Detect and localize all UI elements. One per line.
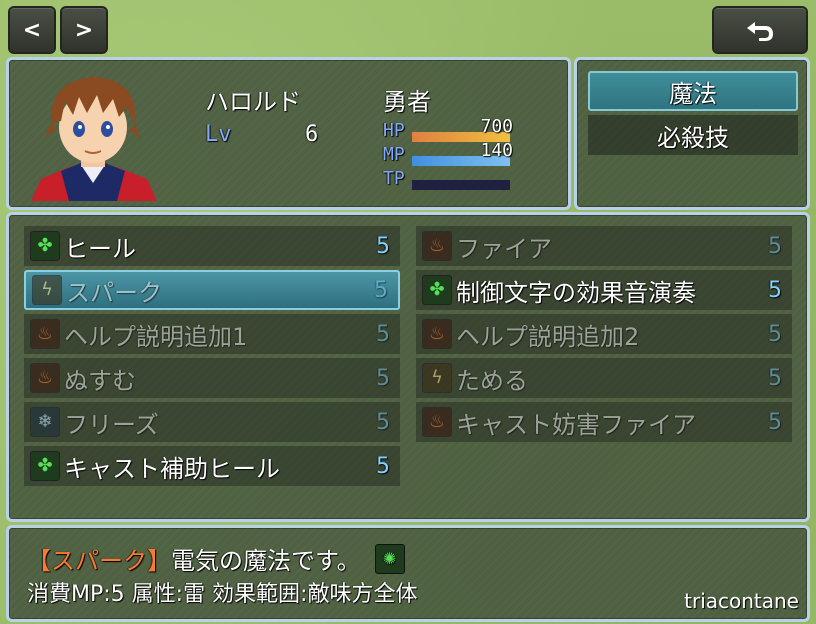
next-actor-button[interactable]: >: [60, 6, 108, 54]
skill-name: キャスト妨害ファイア: [456, 410, 696, 439]
skill-cost: 5: [376, 321, 390, 347]
skill-cost: 5: [376, 453, 390, 479]
next-label: >: [74, 17, 94, 43]
help-skill-name: 【スパーク】: [27, 547, 171, 575]
skill-item[interactable]: ❄ フリーズ 5: [24, 402, 400, 442]
fire-icon: ♨: [30, 319, 60, 349]
fire-icon: ♨: [30, 363, 60, 393]
skill-type-label: 魔法: [669, 79, 717, 108]
actor-name: ハロルド: [205, 88, 301, 116]
skill-item[interactable]: ✤ キャスト補助ヒール 5: [24, 446, 400, 486]
skill-cost: 5: [376, 409, 390, 435]
skill-type-special[interactable]: 必殺技: [588, 115, 798, 155]
mp-value: 140: [480, 140, 513, 161]
prev-actor-button[interactable]: <: [8, 6, 56, 54]
skill-item[interactable]: ♨ キャスト妨害ファイア 5: [416, 402, 792, 442]
skill-cost: 5: [768, 365, 782, 391]
help-description-line: 【スパーク】 電気の魔法です。 ✺: [27, 541, 405, 576]
actor-face-portrait: [21, 67, 165, 201]
skill-name: フリーズ: [64, 410, 159, 439]
fire-icon: ♨: [422, 319, 452, 349]
skill-type-label: 必殺技: [657, 123, 729, 152]
watermark: triacontane: [684, 589, 799, 613]
skill-cost: 5: [376, 365, 390, 391]
skill-item[interactable]: ϟ スパーク 5: [24, 270, 400, 310]
skill-cost: 5: [376, 233, 390, 259]
skill-item[interactable]: ϟ ためる 5: [416, 358, 792, 398]
skill-type-window: 魔法 必殺技: [574, 57, 810, 210]
skill-cost: 5: [768, 321, 782, 347]
hp-value: 700: [480, 116, 513, 137]
level-value: 6: [305, 122, 319, 147]
skill-name: ヒール: [64, 234, 136, 263]
ice-icon: ❄: [30, 407, 60, 437]
skill-name: ヘルプ説明追加1: [64, 322, 248, 351]
help-window: 【スパーク】 電気の魔法です。 ✺ 消費MP:5 属性:雷 効果範囲:敵味方全体…: [6, 525, 810, 622]
actor-status-window: ハロルド 勇者 Lv 6 HP 700 MP 140 TP: [6, 57, 571, 210]
fire-icon: ♨: [422, 231, 452, 261]
green-magic-icon: ✺: [374, 543, 405, 574]
skill-name: 制御文字の効果音演奏: [456, 278, 696, 307]
skill-name: ぬすむ: [64, 366, 136, 395]
tp-gauge: TP: [383, 168, 513, 192]
level-label: Lv: [205, 122, 232, 147]
help-details: 消費MP:5 属性:雷 効果範囲:敵味方全体: [27, 582, 418, 607]
skill-item[interactable]: ♨ ヘルプ説明追加2 5: [416, 314, 792, 354]
skill-name: ヘルプ説明追加2: [456, 322, 640, 351]
actor-class: 勇者: [383, 88, 431, 116]
prev-label: <: [22, 17, 42, 43]
hp-label: HP: [383, 120, 405, 141]
tp-label: TP: [383, 168, 405, 189]
help-description: 電気の魔法です。: [171, 547, 361, 575]
clover-icon: ✤: [422, 275, 452, 305]
skill-type-magic[interactable]: 魔法: [588, 71, 798, 111]
skill-item[interactable]: ✤ ヒール 5: [24, 226, 400, 266]
back-button[interactable]: [712, 6, 808, 54]
skill-name: ファイア: [456, 234, 552, 263]
skill-cost: 5: [768, 409, 782, 435]
skill-item[interactable]: ✤ 制御文字の効果音演奏 5: [416, 270, 792, 310]
spark-icon: ϟ: [422, 363, 452, 393]
undo-arrow-icon: [747, 22, 773, 41]
clover-icon: ✤: [30, 231, 60, 261]
skill-cost: 5: [768, 277, 782, 303]
skill-cost: 5: [374, 277, 388, 303]
skill-name: キャスト補助ヒール: [64, 454, 280, 483]
spark-icon: ϟ: [32, 275, 62, 305]
skill-item[interactable]: ♨ ヘルプ説明追加1 5: [24, 314, 400, 354]
skill-item[interactable]: ♨ ファイア 5: [416, 226, 792, 266]
mp-label: MP: [383, 144, 405, 165]
skill-name: ためる: [456, 366, 528, 395]
mp-gauge: MP 140: [383, 140, 513, 168]
skill-cost: 5: [768, 233, 782, 259]
skill-list-window: ✤ ヒール 5 ♨ ファイア 5 ϟ スパーク 5 ✤ 制御文字の効果音演奏 5 ♨ ヘルプ説明追加1 5 ♨…: [6, 212, 810, 522]
tp-bar: [412, 180, 510, 190]
fire-icon: ♨: [422, 407, 452, 437]
skill-item[interactable]: ♨ ぬすむ 5: [24, 358, 400, 398]
clover-icon: ✤: [30, 451, 60, 481]
skill-name: スパーク: [66, 278, 162, 307]
